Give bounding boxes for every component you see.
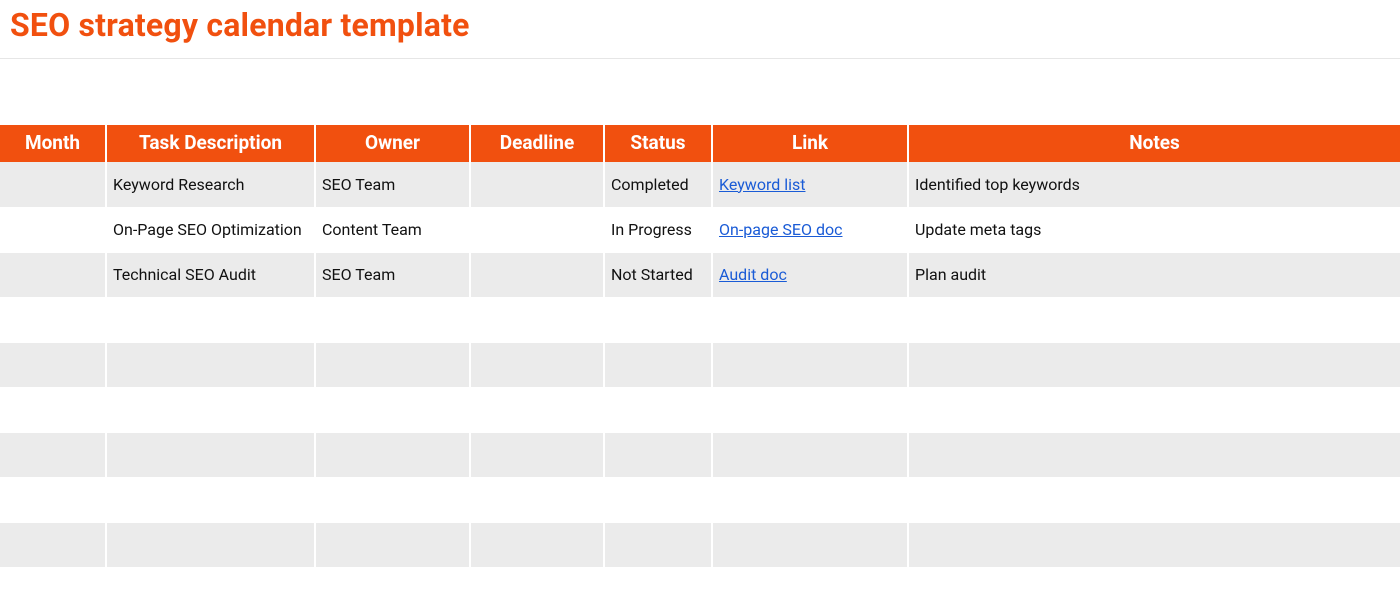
spacer bbox=[0, 59, 1400, 125]
cell-deadline[interactable] bbox=[470, 432, 604, 477]
col-header-deadline: Deadline bbox=[470, 125, 604, 162]
cell-deadline[interactable] bbox=[470, 252, 604, 297]
page-title: SEO strategy calendar template bbox=[10, 6, 1390, 44]
cell-status[interactable] bbox=[604, 522, 712, 567]
link-link[interactable]: Keyword list bbox=[719, 175, 805, 194]
cell-task[interactable] bbox=[106, 387, 315, 432]
cell-status[interactable] bbox=[604, 387, 712, 432]
cell-notes[interactable] bbox=[908, 567, 1400, 612]
calendar-table: Month Task Description Owner Deadline St… bbox=[0, 125, 1400, 613]
cell-task[interactable]: Technical SEO Audit bbox=[106, 252, 315, 297]
cell-deadline[interactable] bbox=[470, 387, 604, 432]
cell-deadline[interactable] bbox=[470, 522, 604, 567]
cell-deadline[interactable] bbox=[470, 477, 604, 522]
cell-status[interactable] bbox=[604, 342, 712, 387]
cell-status[interactable]: Completed bbox=[604, 162, 712, 207]
table-row bbox=[0, 432, 1400, 477]
cell-deadline[interactable] bbox=[470, 297, 604, 342]
cell-owner[interactable] bbox=[315, 522, 470, 567]
col-header-notes: Notes bbox=[908, 125, 1400, 162]
table-row bbox=[0, 297, 1400, 342]
cell-month[interactable] bbox=[0, 207, 106, 252]
cell-task[interactable]: Keyword Research bbox=[106, 162, 315, 207]
cell-notes[interactable] bbox=[908, 387, 1400, 432]
table-row bbox=[0, 522, 1400, 567]
cell-month[interactable] bbox=[0, 297, 106, 342]
cell-owner[interactable]: SEO Team bbox=[315, 252, 470, 297]
table-row bbox=[0, 342, 1400, 387]
cell-link[interactable]: Audit doc bbox=[712, 252, 908, 297]
col-header-month: Month bbox=[0, 125, 106, 162]
cell-deadline[interactable] bbox=[470, 162, 604, 207]
cell-task[interactable] bbox=[106, 297, 315, 342]
cell-status[interactable]: Not Started bbox=[604, 252, 712, 297]
cell-link[interactable] bbox=[712, 567, 908, 612]
cell-month[interactable] bbox=[0, 432, 106, 477]
cell-month[interactable] bbox=[0, 522, 106, 567]
cell-task[interactable] bbox=[106, 567, 315, 612]
table-row bbox=[0, 387, 1400, 432]
cell-owner[interactable]: Content Team bbox=[315, 207, 470, 252]
cell-link[interactable] bbox=[712, 342, 908, 387]
cell-link[interactable] bbox=[712, 522, 908, 567]
cell-status[interactable] bbox=[604, 477, 712, 522]
header-row: Month Task Description Owner Deadline St… bbox=[0, 125, 1400, 162]
cell-notes[interactable]: Update meta tags bbox=[908, 207, 1400, 252]
cell-link[interactable] bbox=[712, 477, 908, 522]
cell-owner[interactable]: SEO Team bbox=[315, 162, 470, 207]
cell-deadline[interactable] bbox=[470, 207, 604, 252]
cell-task[interactable] bbox=[106, 522, 315, 567]
col-header-status: Status bbox=[604, 125, 712, 162]
cell-month[interactable] bbox=[0, 342, 106, 387]
cell-task[interactable] bbox=[106, 477, 315, 522]
cell-status[interactable] bbox=[604, 567, 712, 612]
cell-link[interactable] bbox=[712, 432, 908, 477]
cell-notes[interactable] bbox=[908, 432, 1400, 477]
table-body: Keyword ResearchSEO Team Completed Keyword… bbox=[0, 162, 1400, 612]
cell-deadline[interactable] bbox=[470, 567, 604, 612]
cell-status[interactable] bbox=[604, 297, 712, 342]
link-link[interactable]: On-page SEO doc bbox=[719, 220, 842, 239]
cell-month[interactable] bbox=[0, 567, 106, 612]
cell-notes[interactable]: Plan audit bbox=[908, 252, 1400, 297]
cell-owner[interactable] bbox=[315, 432, 470, 477]
cell-notes[interactable] bbox=[908, 477, 1400, 522]
title-bar: SEO strategy calendar template bbox=[0, 0, 1400, 59]
cell-owner[interactable] bbox=[315, 342, 470, 387]
col-header-owner: Owner bbox=[315, 125, 470, 162]
cell-task[interactable] bbox=[106, 342, 315, 387]
cell-link[interactable] bbox=[712, 387, 908, 432]
cell-status[interactable]: In Progress bbox=[604, 207, 712, 252]
col-header-link: Link bbox=[712, 125, 908, 162]
table-row: Keyword ResearchSEO Team Completed Keyword… bbox=[0, 162, 1400, 207]
col-header-task: Task Description bbox=[106, 125, 315, 162]
table-row: On-Page SEO OptimizationContent Team In P… bbox=[0, 207, 1400, 252]
table-row bbox=[0, 567, 1400, 612]
cell-task[interactable]: On-Page SEO Optimization bbox=[106, 207, 315, 252]
cell-link[interactable]: Keyword list bbox=[712, 162, 908, 207]
cell-status[interactable] bbox=[604, 432, 712, 477]
cell-owner[interactable] bbox=[315, 297, 470, 342]
cell-month[interactable] bbox=[0, 477, 106, 522]
cell-owner[interactable] bbox=[315, 477, 470, 522]
cell-task[interactable] bbox=[106, 432, 315, 477]
cell-month[interactable] bbox=[0, 387, 106, 432]
link-link[interactable]: Audit doc bbox=[719, 265, 787, 284]
cell-month[interactable] bbox=[0, 252, 106, 297]
cell-notes[interactable] bbox=[908, 297, 1400, 342]
table-row bbox=[0, 477, 1400, 522]
table-row: Technical SEO AuditSEO Team Not Started Au… bbox=[0, 252, 1400, 297]
cell-owner[interactable] bbox=[315, 387, 470, 432]
cell-month[interactable] bbox=[0, 162, 106, 207]
cell-link[interactable] bbox=[712, 297, 908, 342]
cell-notes[interactable] bbox=[908, 522, 1400, 567]
cell-notes[interactable]: Identified top keywords bbox=[908, 162, 1400, 207]
cell-deadline[interactable] bbox=[470, 342, 604, 387]
cell-notes[interactable] bbox=[908, 342, 1400, 387]
cell-link[interactable]: On-page SEO doc bbox=[712, 207, 908, 252]
cell-owner[interactable] bbox=[315, 567, 470, 612]
